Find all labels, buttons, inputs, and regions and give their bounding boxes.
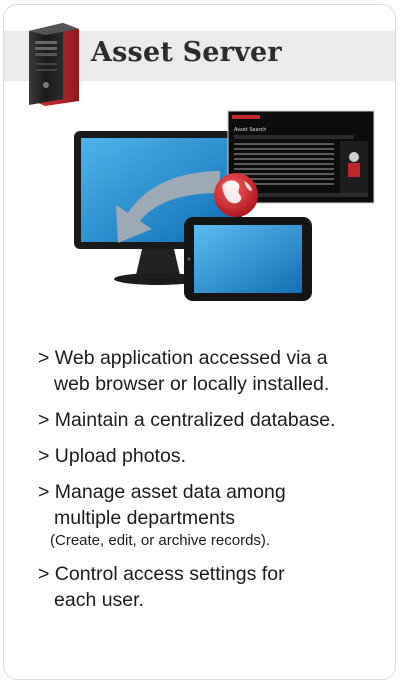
server-tower-icon bbox=[29, 23, 79, 106]
feature-item: > Manage asset data among multiple depar… bbox=[38, 479, 388, 551]
screen-heading: Asset Search bbox=[234, 127, 266, 133]
feature-item: > Upload photos. bbox=[38, 443, 388, 469]
feature-line: > Maintain a centralized database. bbox=[38, 409, 336, 431]
feature-line: > Web application accessed via a bbox=[38, 347, 328, 369]
feature-list: > Web application accessed via a web bro… bbox=[38, 345, 388, 623]
feature-line: multiple departments bbox=[54, 507, 236, 529]
card-title: Asset Server bbox=[91, 37, 282, 68]
hero-illustration: Asset Search bbox=[74, 110, 375, 301]
globe-icon bbox=[214, 173, 258, 217]
feature-line: > Upload photos. bbox=[38, 445, 186, 467]
feature-line: each user. bbox=[54, 589, 144, 611]
feature-line: web browser or locally installed. bbox=[54, 373, 330, 395]
feature-note: (Create, edit, or archive records). bbox=[50, 532, 271, 549]
feature-item: > Maintain a centralized database. bbox=[38, 407, 388, 433]
feature-item: > Web application accessed via a web bro… bbox=[38, 345, 388, 397]
asset-server-card: Asset Server Asset Search > Web applicat… bbox=[3, 4, 396, 680]
feature-item: > Control access settings for each user. bbox=[38, 561, 388, 613]
tablet-icon bbox=[184, 217, 312, 301]
feature-line: > Manage asset data among bbox=[38, 481, 286, 503]
feature-line: > Control access settings for bbox=[38, 563, 285, 585]
